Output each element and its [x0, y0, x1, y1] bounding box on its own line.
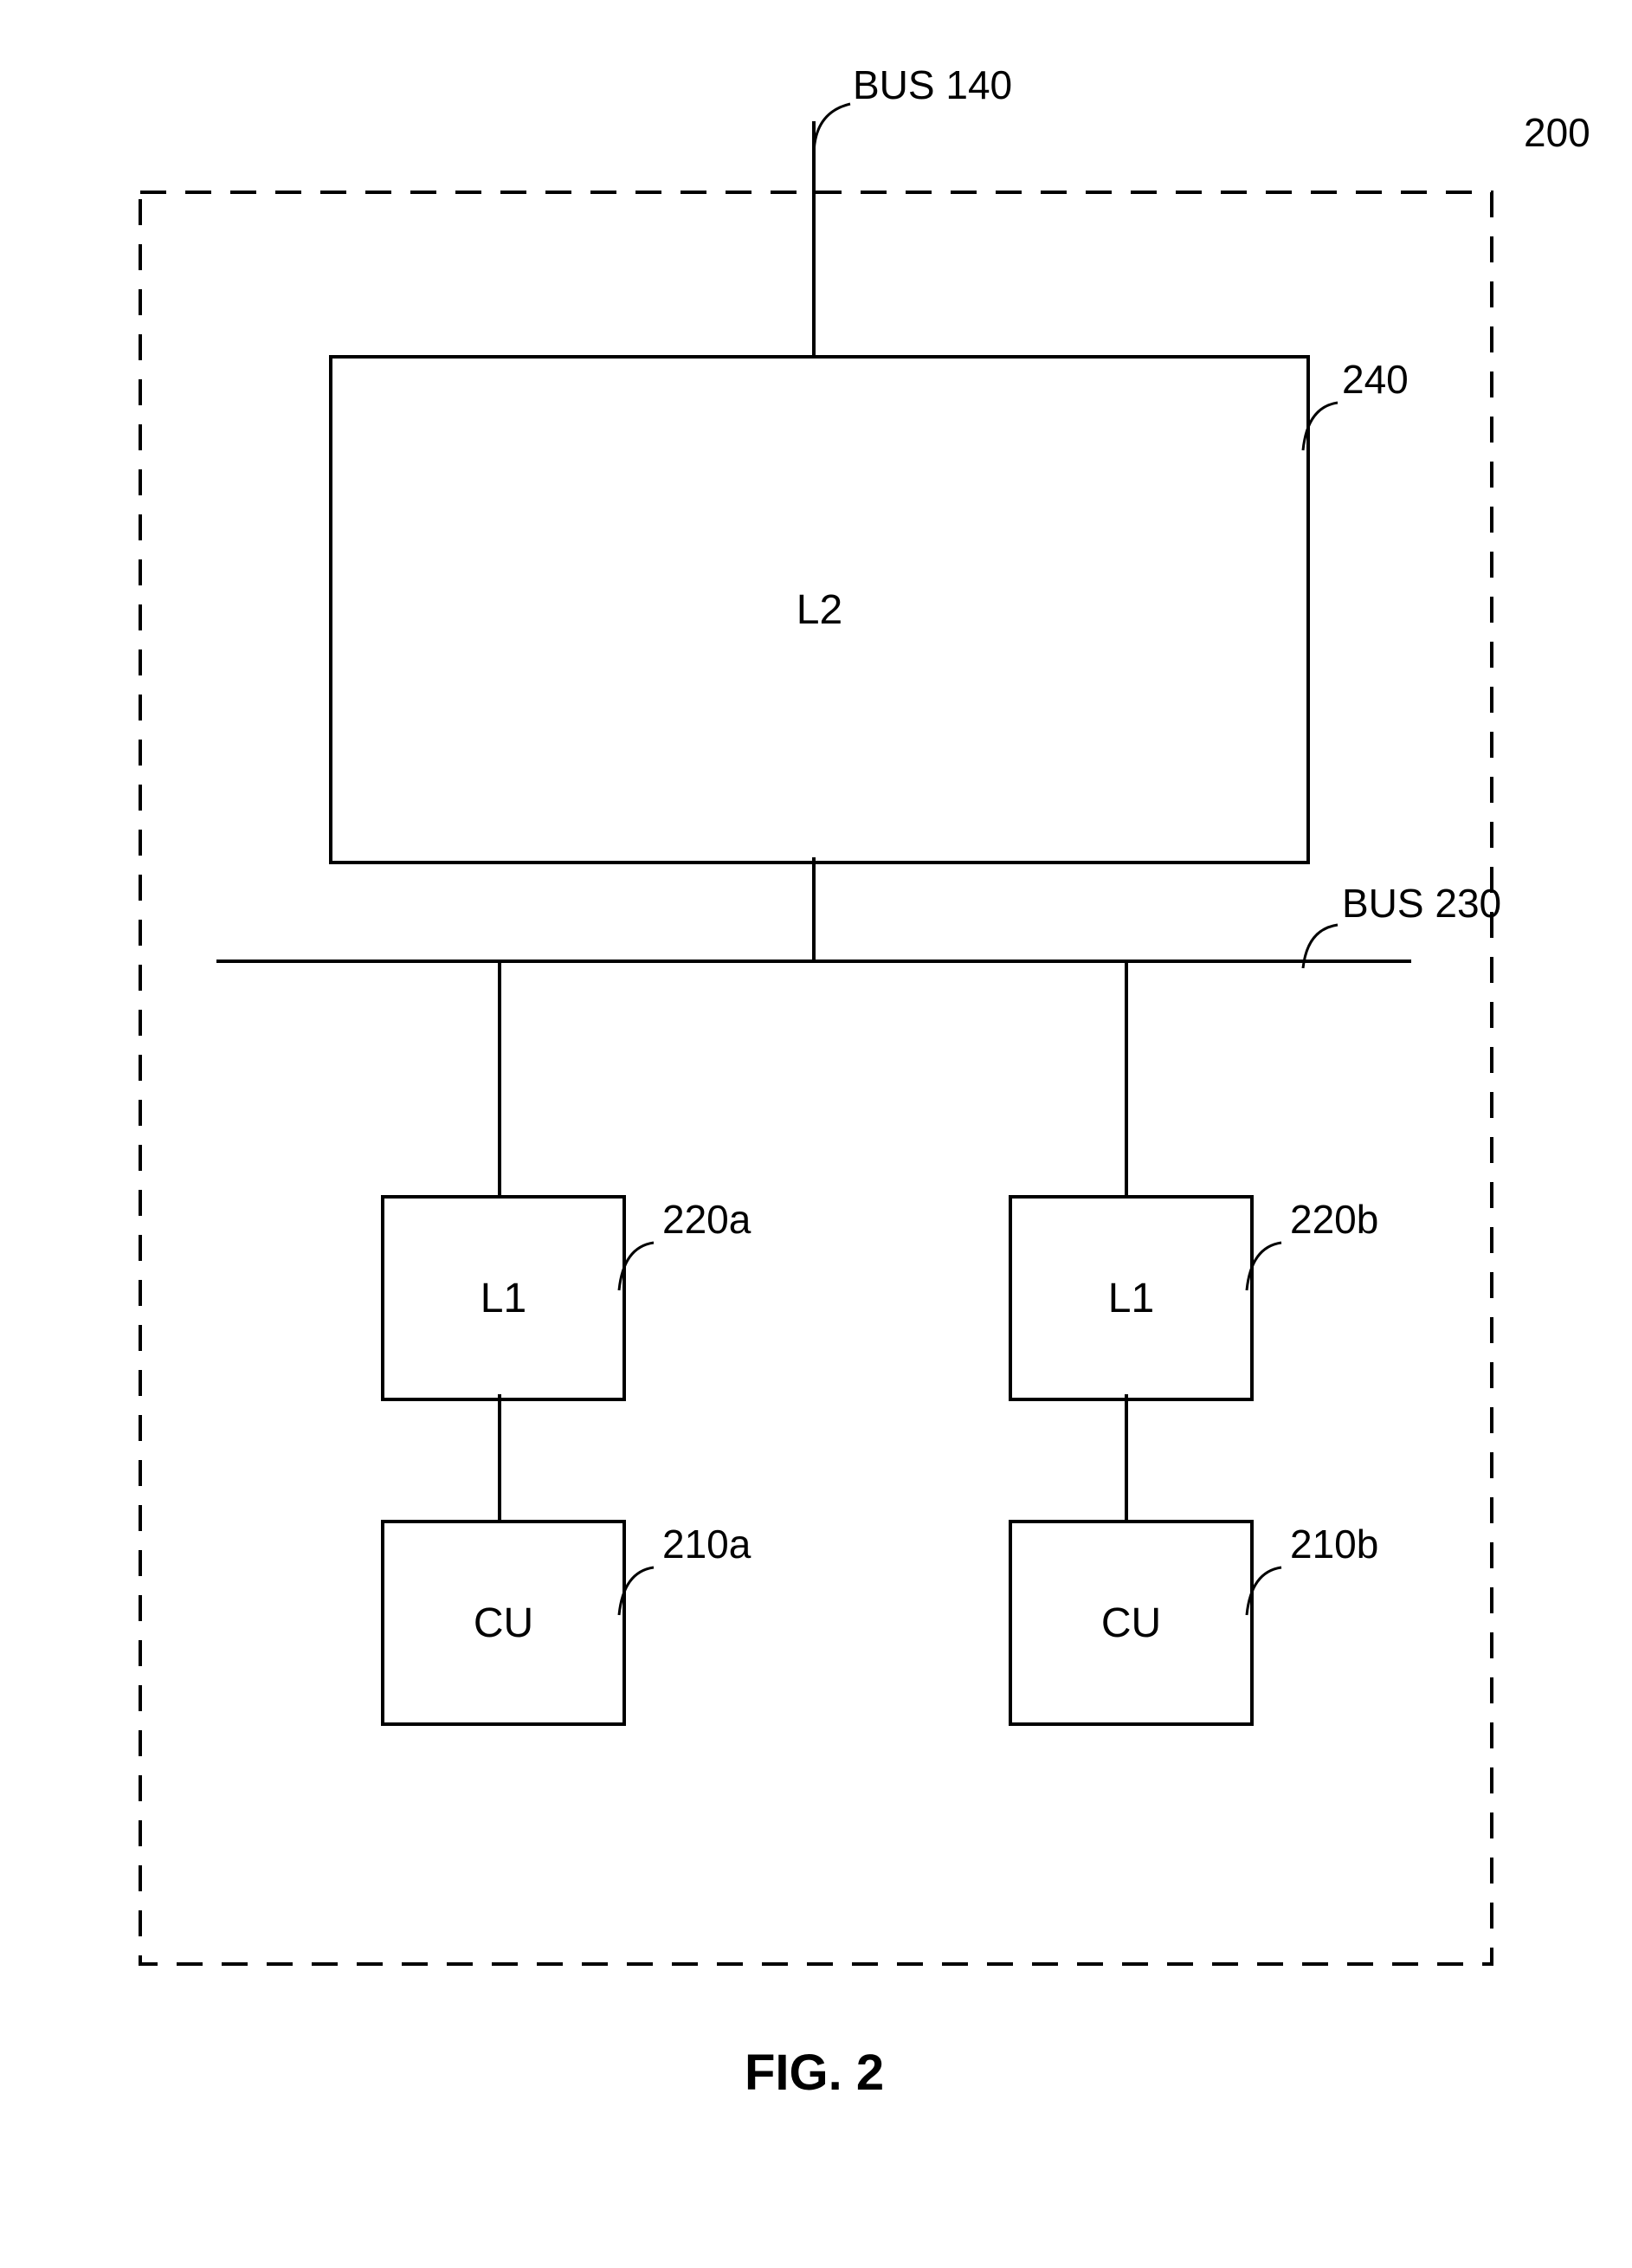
cub-ref-label: 210b: [1290, 1524, 1378, 1564]
l1a-box: L1: [381, 1195, 626, 1401]
bus-top-lead: [814, 104, 866, 165]
l1a-ref-lead: [619, 1243, 667, 1295]
bus-to-l1a-line: [498, 961, 501, 1195]
l1b-label: L1: [1108, 1275, 1154, 1322]
cua-label: CU: [474, 1599, 533, 1647]
bus-to-l1b-line: [1125, 961, 1128, 1195]
l1a-to-cua-line: [498, 1394, 501, 1520]
l2-ref-lead: [1303, 403, 1351, 455]
l1b-ref-label: 220b: [1290, 1199, 1378, 1239]
l1b-ref-lead: [1247, 1243, 1294, 1295]
assembly-ref-label: 200: [1524, 113, 1590, 152]
bus-230-line: [216, 960, 1411, 963]
figure-caption: FIG. 2: [745, 2044, 884, 2102]
l2-to-bus230-line: [812, 857, 816, 961]
l2-ref-label: 240: [1342, 359, 1409, 399]
bus-mid-label: BUS 230: [1342, 883, 1501, 923]
l2-label: L2: [797, 586, 842, 634]
l1a-label: L1: [481, 1275, 526, 1322]
bus-top-line: [812, 121, 816, 355]
l1b-to-cub-line: [1125, 1394, 1128, 1520]
cua-ref-label: 210a: [662, 1524, 751, 1564]
cua-box: CU: [381, 1520, 626, 1726]
bus-top-label: BUS 140: [853, 65, 1012, 105]
l1a-ref-label: 220a: [662, 1199, 751, 1239]
l1b-box: L1: [1009, 1195, 1254, 1401]
cub-label: CU: [1101, 1599, 1161, 1647]
cub-ref-lead: [1247, 1567, 1294, 1619]
bus-mid-lead: [1303, 925, 1351, 972]
cua-ref-lead: [619, 1567, 667, 1619]
l2-box: L2: [329, 355, 1310, 864]
cub-box: CU: [1009, 1520, 1254, 1726]
